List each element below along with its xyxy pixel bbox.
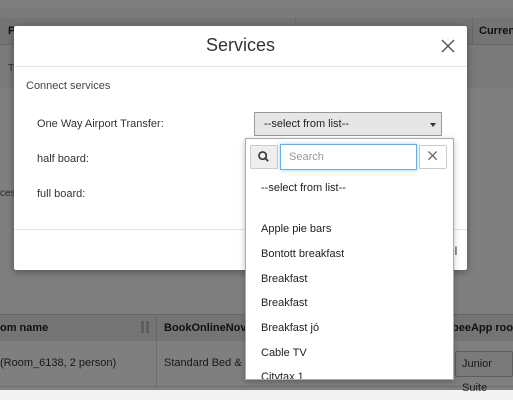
airport-transfer-select[interactable]: --select from list-- <box>254 112 442 136</box>
dropdown-options-list: --select from list-- Apple pie bars Bont… <box>246 175 453 379</box>
modal-header: Services <box>14 26 467 67</box>
list-item[interactable]: --select from list-- <box>261 182 346 194</box>
list-item[interactable]: Breakfast <box>261 273 307 285</box>
section-label: Connect services <box>26 80 111 92</box>
list-item[interactable]: Citytax 1 <box>261 371 304 379</box>
clear-icon <box>427 151 438 161</box>
service-label-full-board: full board: <box>37 188 86 200</box>
list-item[interactable]: Breakfast jó <box>261 322 319 334</box>
select-dropdown: --select from list-- Apple pie bars Bont… <box>245 138 454 380</box>
list-item[interactable]: Bontott breakfast <box>261 248 344 260</box>
search-icon <box>258 151 269 162</box>
service-label-airport-transfer: One Way Airport Transfer: <box>37 118 164 130</box>
modal-title: Services <box>205 35 276 55</box>
search-button[interactable] <box>250 145 278 169</box>
clear-search-button[interactable] <box>419 145 447 169</box>
caret-down-icon <box>430 123 436 127</box>
service-label-half-board: half board: <box>37 153 89 165</box>
list-item[interactable]: Cable TV <box>261 347 307 359</box>
select-value: --select from list-- <box>264 118 349 130</box>
close-icon[interactable] <box>438 36 458 56</box>
search-input[interactable] <box>280 144 417 170</box>
list-item[interactable]: Apple pie bars <box>261 223 331 235</box>
list-item[interactable]: Breakfast <box>261 297 307 309</box>
